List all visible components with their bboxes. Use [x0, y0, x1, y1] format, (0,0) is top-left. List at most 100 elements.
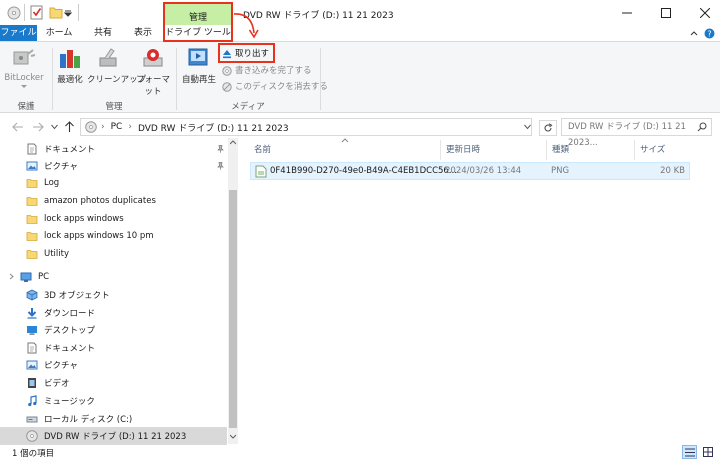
- expand-chevron-icon[interactable]: [8, 273, 15, 280]
- drive-icon: [7, 6, 21, 20]
- file-type: PNG: [551, 166, 570, 176]
- sort-indicator-icon: [341, 138, 349, 143]
- breadcrumb-dvd-drive[interactable]: DVD RW ドライブ (D:) 11 21 2023: [138, 121, 289, 134]
- large-icons-view-icon[interactable]: [700, 445, 715, 459]
- annotation-arrow-icon: [232, 9, 262, 43]
- sidebar-item[interactable]: ピクチャ: [0, 157, 227, 175]
- column-header-name[interactable]: 名前: [254, 143, 271, 157]
- sidebar-item-label: ピクチャ: [44, 161, 78, 172]
- sidebar-item[interactable]: ドキュメント: [0, 140, 227, 158]
- pc-icon: [20, 271, 32, 283]
- window-title: DVD RW ドライブ (D:) 11 21 2023: [243, 11, 394, 21]
- sidebar-item[interactable]: ビデオ: [0, 374, 227, 392]
- finish-burning-label: 書き込みを完了する: [235, 66, 312, 76]
- sidebar-item[interactable]: lock apps windows: [0, 210, 227, 228]
- erase-disc-label: このディスクを消去する: [235, 82, 328, 92]
- autoplay-label: 自動再生: [181, 75, 216, 85]
- svg-text:?: ?: [707, 30, 711, 39]
- sidebar-item[interactable]: ピクチャ: [0, 356, 227, 374]
- sidebar-item[interactable]: Log: [0, 174, 227, 192]
- sidebar-item-label: ダウンロード: [44, 308, 96, 319]
- format-button[interactable]: フォーマット: [133, 46, 173, 97]
- sidebar-item-label: PC: [38, 271, 50, 282]
- refresh-icon: [544, 123, 553, 132]
- sidebar-item-label: ミュージック: [44, 396, 95, 407]
- sidebar-item[interactable]: 3D オブジェクト: [0, 286, 227, 304]
- quick-access-dropdown-icon[interactable]: [64, 9, 72, 17]
- sidebar-item[interactable]: lock apps windows 10 pm: [0, 227, 227, 245]
- format-icon: [141, 46, 165, 70]
- search-input[interactable]: DVD RW ドライブ (D:) 11 21 2023...: [561, 118, 712, 148]
- status-bar: 1 個の項目: [0, 444, 720, 462]
- table-row[interactable]: 0F41B990-D270-49e0-B49A-C4EB1DCC56... 20…: [250, 162, 690, 180]
- folder-icon: [26, 230, 38, 242]
- optimize-icon: [58, 46, 82, 70]
- sidebar-item-label: ドキュメント: [44, 144, 96, 155]
- download-icon: [26, 307, 38, 319]
- music-icon: [26, 395, 38, 407]
- finish-burning-button[interactable]: 書き込みを完了する: [222, 64, 312, 78]
- properties-quick-icon[interactable]: [30, 5, 44, 20]
- sidebar-item-label: ドキュメント: [44, 343, 96, 354]
- back-button[interactable]: [12, 121, 24, 133]
- bitlocker-icon: [11, 46, 37, 70]
- sidebar-item-label: ピクチャ: [44, 360, 78, 371]
- dvd-drive-icon: [26, 429, 38, 442]
- address-dropdown-icon[interactable]: [524, 124, 531, 130]
- nav-scrollbar[interactable]: [228, 138, 238, 444]
- document-icon: [26, 342, 38, 354]
- file-name: 0F41B990-D270-49e0-B49A-C4EB1DCC56...: [270, 166, 457, 176]
- new-folder-quick-icon[interactable]: [49, 6, 63, 19]
- tab-home[interactable]: ホーム: [37, 25, 81, 42]
- optimize-label: 最適化: [57, 75, 83, 85]
- folder-icon: [26, 195, 38, 207]
- title-bar: DVD RW ドライブ (D:) 11 21 2023: [0, 0, 720, 26]
- breadcrumb-pc[interactable]: PC: [111, 122, 123, 132]
- sidebar-item[interactable]: amazon photos duplicates: [0, 192, 227, 210]
- sidebar-item[interactable]: DVD RW ドライブ (D:) 11 21 2023: [0, 427, 227, 445]
- breadcrumb-separator-icon: ›: [101, 122, 105, 132]
- folder-icon: [26, 177, 38, 189]
- forward-button[interactable]: [32, 121, 44, 133]
- bitlocker-button[interactable]: BitLocker: [4, 46, 44, 89]
- close-button[interactable]: [682, 0, 720, 26]
- scroll-up-icon[interactable]: [230, 140, 236, 145]
- search-icon: [697, 122, 707, 132]
- tab-file[interactable]: ファイル: [0, 25, 37, 42]
- sidebar-item[interactable]: ローカル ディスク (C:): [0, 410, 227, 428]
- scroll-down-icon[interactable]: [230, 434, 236, 439]
- sidebar-item-label: lock apps windows 10 pm: [44, 230, 154, 241]
- sidebar-item[interactable]: デスクトップ: [0, 321, 227, 339]
- recent-locations-icon[interactable]: [51, 124, 58, 130]
- sidebar-item[interactable]: Utility: [0, 245, 227, 263]
- help-icon[interactable]: ?: [704, 28, 715, 39]
- tab-share[interactable]: 共有: [84, 25, 122, 42]
- tab-view[interactable]: 表示: [124, 25, 162, 42]
- sidebar-item-label: amazon photos duplicates: [44, 195, 156, 206]
- cleanup-button[interactable]: クリーンアップ: [87, 46, 146, 85]
- sidebar-item[interactable]: ダウンロード: [0, 304, 227, 322]
- sidebar-item[interactable]: ドキュメント: [0, 339, 227, 357]
- desktop-icon: [26, 324, 38, 336]
- details-view-icon[interactable]: [682, 445, 697, 459]
- column-header-type[interactable]: 種類: [552, 143, 569, 157]
- erase-disc-button[interactable]: このディスクを消去する: [222, 80, 328, 94]
- column-header-size[interactable]: サイズ: [640, 143, 665, 157]
- status-text: 1 個の項目: [12, 449, 55, 459]
- address-bar[interactable]: › PC › DVD RW ドライブ (D:) 11 21 2023: [80, 118, 532, 136]
- erase-disc-icon: [222, 82, 232, 92]
- finish-burning-icon: [222, 66, 232, 76]
- nav-scroll-thumb[interactable]: [229, 190, 237, 428]
- ribbon-expand-icon[interactable]: [690, 30, 698, 38]
- autoplay-button[interactable]: 自動再生: [180, 46, 218, 85]
- column-header-modified[interactable]: 更新日時: [446, 143, 480, 157]
- sidebar-item[interactable]: ミュージック: [0, 392, 227, 410]
- sidebar-item-label: DVD RW ドライブ (D:) 11 21 2023: [44, 431, 187, 442]
- up-button[interactable]: [64, 121, 75, 133]
- group-label-manage: 管理: [105, 102, 123, 112]
- optimize-button[interactable]: 最適化: [55, 46, 85, 85]
- sidebar-item[interactable]: PC: [0, 268, 227, 286]
- highlight-box-eject: [218, 43, 275, 63]
- sidebar-item-label: Utility: [44, 248, 70, 259]
- refresh-button[interactable]: [539, 120, 557, 136]
